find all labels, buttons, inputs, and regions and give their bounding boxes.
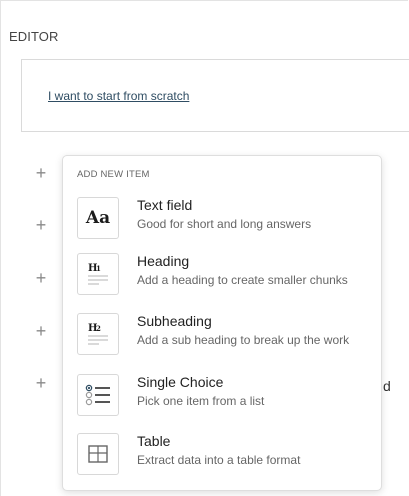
menu-item-subheading[interactable]: H 2 Subheading Add a sub heading to brea…	[63, 313, 381, 365]
svg-text:2: 2	[96, 324, 101, 333]
menu-item-title: Subheading	[137, 313, 212, 329]
text-field-glyph: Aa	[85, 208, 111, 228]
subheading-icon: H 2	[77, 313, 119, 355]
svg-text:1: 1	[96, 264, 101, 273]
scratch-box: I want to start from scratch	[21, 59, 409, 132]
menu-item-single-choice[interactable]: Single Choice Pick one item from a list	[63, 374, 381, 426]
editor-title: EDITOR	[9, 29, 59, 44]
add-item-button[interactable]: +	[34, 216, 48, 234]
menu-item-description: Good for short and long answers	[137, 217, 312, 231]
add-item-button[interactable]: +	[34, 322, 48, 340]
menu-item-title: Heading	[137, 253, 190, 269]
menu-item-table[interactable]: Table Extract data into a table format	[63, 433, 381, 485]
menu-item-heading[interactable]: H 1 Heading Add a heading to create smal…	[63, 253, 381, 305]
single-choice-icon	[77, 374, 119, 416]
menu-item-title: Single Choice	[137, 374, 224, 390]
menu-item-title: Text field	[137, 197, 193, 213]
menu-item-text-field[interactable]: Aa Text field Good for short and long an…	[63, 197, 381, 249]
heading-icon: H 1	[77, 253, 119, 295]
menu-heading: ADD NEW ITEM	[77, 169, 150, 180]
text-field-icon: Aa	[77, 197, 119, 239]
add-item-button[interactable]: +	[34, 269, 48, 287]
obscured-field-text: d	[383, 378, 391, 394]
add-item-button[interactable]: +	[34, 164, 48, 182]
menu-item-description: Pick one item from a list	[137, 394, 265, 408]
add-new-item-menu: ADD NEW ITEM Aa Text field Good for shor…	[62, 155, 382, 491]
menu-item-description: Add a sub heading to break up the work	[137, 333, 350, 347]
start-from-scratch-link[interactable]: I want to start from scratch	[48, 89, 189, 103]
editor-panel: EDITOR I want to start from scratch + + …	[0, 0, 409, 496]
menu-item-description: Extract data into a table format	[137, 453, 301, 467]
table-icon	[77, 433, 119, 475]
menu-item-description: Add a heading to create smaller chunks	[137, 273, 348, 287]
menu-item-title: Table	[137, 433, 171, 449]
add-item-button[interactable]: +	[34, 374, 48, 392]
